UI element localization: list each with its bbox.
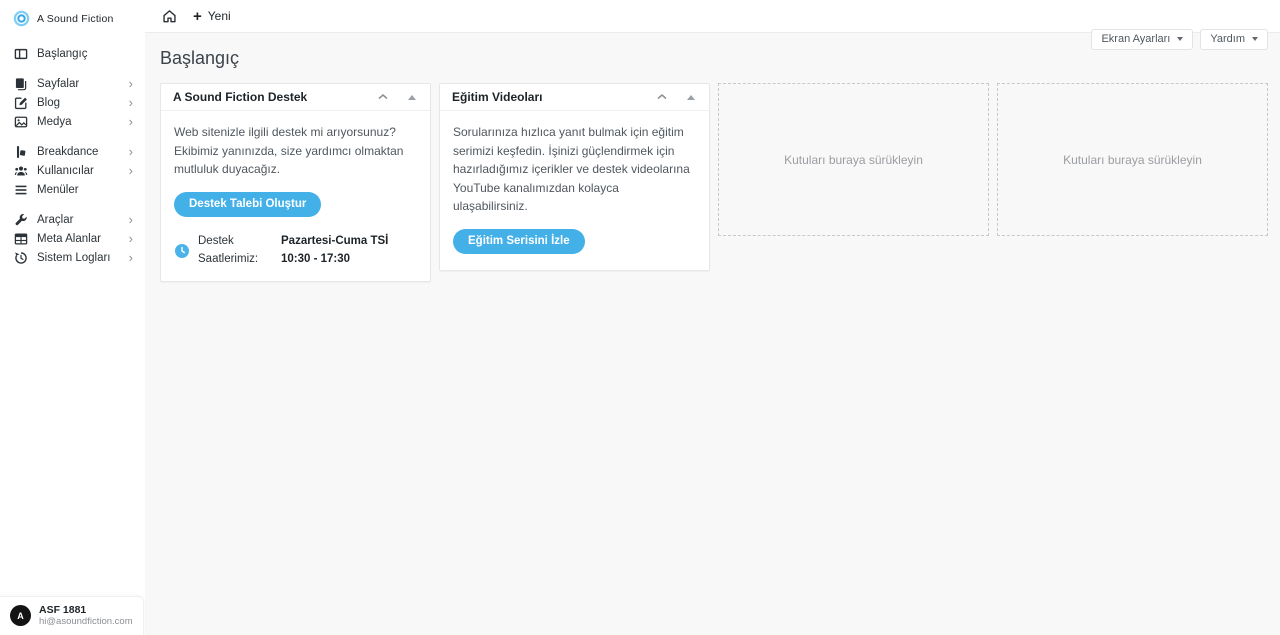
help-label: Yardım [1210, 33, 1245, 45]
sidebar-item-blog[interactable]: Blog › [0, 93, 145, 112]
create-support-request-button[interactable]: Destek Talebi Oluştur [174, 191, 322, 217]
widget-support-body: Web sitenizle ilgili destek mi arıyorsun… [161, 111, 430, 281]
watch-training-series-button[interactable]: Eğitim Serisini İzle [453, 228, 585, 254]
screen-links: Ekran Ayarları Yardım [1091, 29, 1268, 50]
sidebar: A Sound Fiction Başlangıç Sayfalar › Blo… [0, 0, 145, 635]
widget-videos-body: Sorularınıza hızlıca yanıt bulmak için e… [440, 111, 709, 270]
move-up-icon[interactable] [408, 94, 416, 100]
chevron-right-icon: › [128, 211, 133, 227]
site-logo[interactable]: A Sound Fiction [0, 0, 145, 27]
chevron-right-icon: › [128, 230, 133, 246]
history-icon [14, 251, 28, 265]
dropzone-placeholder: Kutuları buraya sürükleyin [1063, 152, 1202, 167]
user-profile-card[interactable]: A ASF 1881 hi@asoundfiction.com [0, 596, 144, 635]
caret-down-icon [1177, 37, 1184, 41]
site-name: A Sound Fiction [37, 12, 114, 25]
media-icon [14, 115, 28, 129]
caret-down-icon [1252, 37, 1258, 41]
chevron-right-icon: › [128, 249, 133, 265]
sidebar-item-label: Sistem Logları [37, 251, 111, 264]
wrench-icon [14, 213, 28, 227]
sidebar-item-meta-alanlar[interactable]: Meta Alanlar › [0, 229, 145, 248]
sidebar-nav: Başlangıç Sayfalar › Blog › Medya › Brea… [0, 44, 145, 267]
move-up-icon[interactable] [687, 94, 695, 100]
widget-videos: Eğitim Videoları Sorularınıza hızlıca ya… [439, 83, 710, 271]
sidebar-item-kullanicilar[interactable]: Kullanıcılar › [0, 161, 145, 180]
widget-dropzone-2[interactable]: Kutuları buraya sürükleyin [997, 83, 1268, 236]
widget-title: A Sound Fiction Destek [173, 90, 308, 104]
sidebar-item-label: Menüler [37, 183, 79, 196]
videos-text: Sorularınıza hızlıca yanıt bulmak için e… [453, 125, 690, 214]
edit-icon [14, 96, 28, 110]
sidebar-item-sayfalar[interactable]: Sayfalar › [0, 74, 145, 93]
new-label: Yeni [207, 9, 231, 23]
pages-icon [14, 77, 28, 91]
sidebar-item-label: Başlangıç [37, 47, 88, 60]
user-email: hi@asoundfiction.com [39, 616, 133, 627]
breakdance-icon [14, 145, 28, 159]
sidebar-item-araclar[interactable]: Araçlar › [0, 210, 145, 229]
sidebar-item-sistem-loglari[interactable]: Sistem Logları › [0, 248, 145, 267]
support-hours-label: Destek Saatlerimiz: [198, 234, 259, 265]
sidebar-item-label: Sayfalar [37, 77, 80, 90]
dashboard-columns: A Sound Fiction Destek Web sitenizle ilg… [160, 83, 1268, 283]
collapse-icon[interactable] [656, 91, 668, 103]
sidebar-item-label: Araçlar [37, 213, 74, 226]
sidebar-item-breakdance[interactable]: Breakdance › [0, 142, 145, 161]
support-hours-value: Pazartesi-Cuma TSİ 10:30 - 17:30 [281, 234, 389, 265]
dropzone-placeholder: Kutuları buraya sürükleyin [784, 152, 923, 167]
logo-icon [13, 10, 30, 27]
collapse-icon[interactable] [377, 91, 389, 103]
widget-support-header[interactable]: A Sound Fiction Destek [161, 84, 430, 111]
table-icon [14, 232, 28, 246]
sidebar-item-label: Medya [37, 115, 72, 128]
new-content-button[interactable]: + Yeni [193, 9, 231, 24]
sidebar-item-label: Blog [37, 96, 61, 109]
chevron-right-icon: › [128, 143, 133, 159]
support-hours-row: Destek Saatlerimiz: Pazartesi-Cuma TSİ 1… [174, 233, 417, 269]
plus-icon: + [193, 7, 202, 25]
widget-title: Eğitim Videoları [452, 90, 543, 104]
chevron-right-icon: › [128, 75, 133, 91]
main-content: Ekran Ayarları Yardım Başlangıç A Sound … [145, 29, 1280, 635]
screen-options-button[interactable]: Ekran Ayarları [1091, 29, 1194, 50]
chevron-right-icon: › [128, 162, 133, 178]
users-icon [14, 164, 28, 178]
widget-dropzone-1[interactable]: Kutuları buraya sürükleyin [718, 83, 989, 236]
help-button[interactable]: Yardım [1200, 29, 1268, 50]
widget-support: A Sound Fiction Destek Web sitenizle ilg… [160, 83, 431, 283]
sidebar-item-menuler[interactable]: Menüler [0, 180, 145, 199]
menu-icon [14, 183, 28, 197]
page-title: Başlangıç [160, 48, 240, 68]
avatar: A [10, 605, 31, 626]
sidebar-item-label: Breakdance [37, 145, 99, 158]
support-text: Web sitenizle ilgili destek mi arıyorsun… [174, 125, 404, 177]
chevron-right-icon: › [128, 113, 133, 129]
chevron-right-icon: › [128, 94, 133, 110]
widget-videos-header[interactable]: Eğitim Videoları [440, 84, 709, 111]
screen-options-label: Ekran Ayarları [1101, 33, 1171, 45]
sidebar-item-label: Kullanıcılar [37, 164, 94, 177]
home-icon[interactable] [162, 9, 177, 24]
sidebar-item-medya[interactable]: Medya › [0, 112, 145, 131]
sidebar-item-label: Meta Alanlar [37, 232, 101, 245]
sidebar-item-baslangic[interactable]: Başlangıç [0, 44, 145, 63]
user-name: ASF 1881 [39, 604, 87, 616]
dashboard-icon [14, 47, 28, 61]
clock-icon [174, 243, 190, 259]
